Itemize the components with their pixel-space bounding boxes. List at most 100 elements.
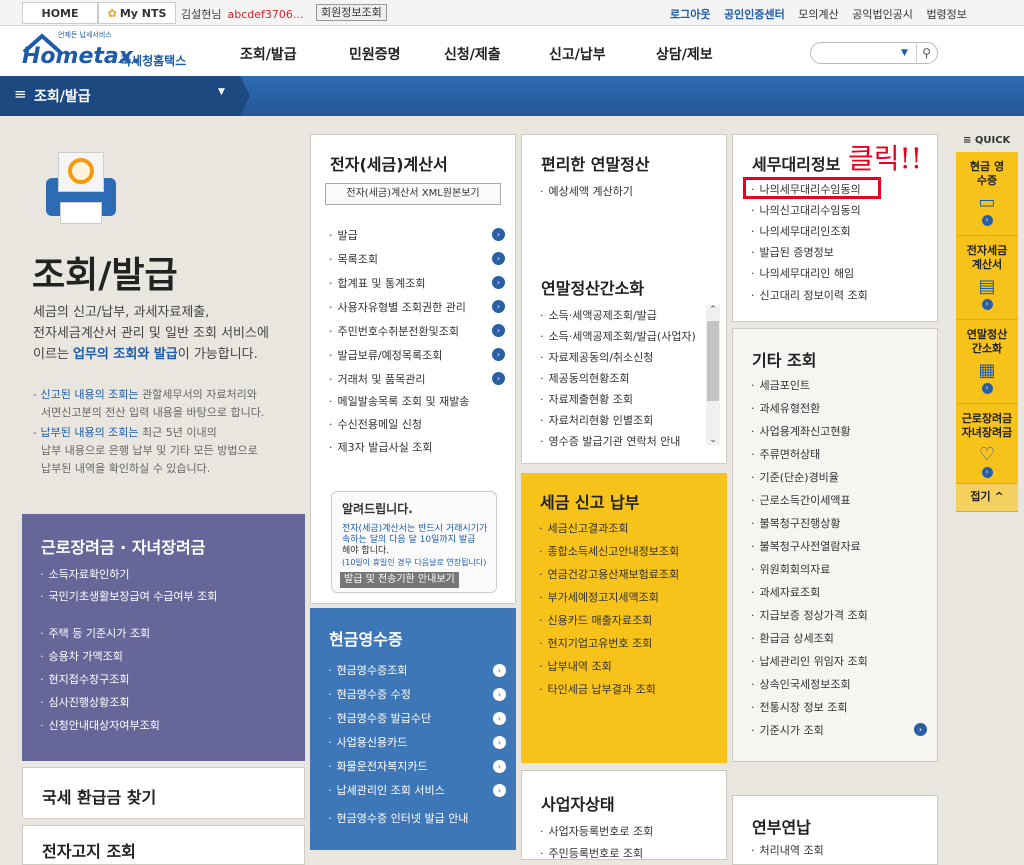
arrow-right-icon[interactable]: ›	[492, 228, 505, 241]
arrow-right-icon[interactable]: ›	[492, 348, 505, 361]
quick-yearend[interactable]: 연말정산 간소화 ▦ ›	[956, 320, 1018, 404]
other-inquiry-item[interactable]: 사업용계좌신고현황	[751, 423, 851, 439]
arrow-right-icon[interactable]: ›	[493, 664, 506, 677]
home-link[interactable]: HOME	[22, 2, 98, 24]
einvoice-item[interactable]: 사용자유형별 조회권한 관리	[329, 299, 466, 315]
cash-receipt-item[interactable]: 현금영수증 수정	[328, 686, 411, 702]
yearend-simple-item[interactable]: 소득·세액공제조회/발급(사업자)	[540, 328, 696, 344]
other-inquiry-item[interactable]: 불복청구사전열람자료	[751, 538, 861, 554]
other-inquiry-item[interactable]: 지급보증 정상가격 조회	[751, 607, 868, 623]
cash-receipt-item[interactable]: 현금영수증 인터넷 발급 안내	[328, 810, 469, 826]
other-inquiry-item[interactable]: 전통시장 정보 조회	[751, 699, 848, 715]
refund-panel[interactable]: 국세 환급금 찾기	[22, 767, 305, 819]
cert-center-link[interactable]: 공인인증센터	[724, 8, 785, 21]
cash-receipt-item[interactable]: 화물운전자복지카드	[328, 758, 428, 774]
incentive-item[interactable]: 신청안내대상자여부조회	[40, 717, 160, 733]
tax-agent-item[interactable]: 나의세무대리인 해임	[751, 265, 855, 281]
other-inquiry-item[interactable]: 불복청구진행상황	[751, 515, 841, 531]
tax-report-item[interactable]: 부가세예정고지세액조회	[539, 589, 659, 605]
arrow-right-icon[interactable]: ›	[492, 372, 505, 385]
tax-report-item[interactable]: 현지기업고유번호 조회	[539, 635, 653, 651]
quick-close-button[interactable]: 접기 ^	[956, 484, 1018, 512]
arrow-right-icon[interactable]: ›	[493, 736, 506, 749]
yearend-item[interactable]: 예상세액 계산하기	[540, 183, 633, 199]
einvoice-item[interactable]: 제3자 발급사실 조회	[329, 439, 433, 455]
yearend-simple-item[interactable]: 자료제공동의/취소신청	[540, 349, 654, 365]
einvoice-item[interactable]: 수신전용메일 신청	[329, 416, 422, 432]
einvoice-item[interactable]: 거래처 및 품목관리	[329, 371, 426, 387]
yearend-simple-item[interactable]: 영수증 발급기관 연락처 안내	[540, 433, 681, 449]
incentive-item[interactable]: 승용차 가액조회	[40, 648, 123, 664]
tax-agent-item[interactable]: 나의신고대리수임동의	[751, 202, 861, 218]
tax-agent-item[interactable]: 신고대리 정보이력 조회	[751, 287, 868, 303]
mock-calc-link[interactable]: 모의계산	[798, 8, 838, 21]
yearend-simple-item[interactable]: 자료처리현황 인별조회	[540, 412, 654, 428]
einvoice-item[interactable]: 발급보류/예정목록조회	[329, 347, 443, 363]
tax-agent-item[interactable]: 발급된 증명정보	[751, 244, 834, 260]
law-info-link[interactable]: 법령정보	[926, 8, 966, 21]
einvoice-item[interactable]: 주민번호수취분전환및조회	[329, 323, 459, 339]
member-info-button[interactable]: 회원정보조회	[316, 4, 387, 21]
annuity-item[interactable]: 처리내역 조회	[751, 842, 824, 858]
einvoice-item[interactable]: 메일발송목록 조회 및 재발송	[329, 393, 470, 409]
tax-report-item[interactable]: 연금건강고용산재보험료조회	[539, 566, 680, 582]
other-inquiry-item[interactable]: 환급금 상세조회	[751, 630, 834, 646]
logout-link[interactable]: 로그아웃	[670, 8, 710, 21]
scroll-down-icon[interactable]: ⌄	[706, 435, 720, 445]
search-icon[interactable]: ⚲	[916, 44, 936, 62]
search-input[interactable]: ▼ ⚲	[810, 42, 938, 64]
gnb-consult[interactable]: 상담/제보	[656, 44, 713, 64]
deadline-guide-button[interactable]: 발급 및 전송기한 안내보기	[340, 572, 459, 588]
scrollbar[interactable]: ⌃ ⌄	[706, 305, 720, 445]
other-inquiry-item[interactable]: 상속인국세정보조회	[751, 676, 851, 692]
other-inquiry-item[interactable]: 과세자료조회	[751, 584, 821, 600]
xml-view-button[interactable]: 전자(세금)계산서 XML원본보기	[325, 183, 501, 205]
einvoice-item[interactable]: 목록조회	[329, 251, 378, 267]
tax-report-item[interactable]: 신용카드 매출자료조회	[539, 612, 653, 628]
gnb-report[interactable]: 신고/납부	[549, 44, 606, 64]
incentive-item[interactable]: 심사진행상황조회	[40, 694, 130, 710]
hometax-logo[interactable]: 언제든 납세서비스 Hometax. 국세청홈택스	[22, 31, 197, 70]
public-corp-link[interactable]: 공익법인공시	[852, 8, 913, 21]
tax-report-item[interactable]: 종합소득세신고안내정보조회	[539, 543, 680, 559]
more-icon[interactable]: ›	[914, 723, 927, 736]
incentive-item[interactable]: 국민기초생활보장급여 수급여부 조회	[40, 588, 260, 604]
quick-incentive[interactable]: 근로장려금 자녀장려금 ♡ ›	[956, 404, 1018, 484]
incentive-item[interactable]: 현지접수창구조회	[40, 671, 130, 687]
yearend-simple-item[interactable]: 제공동의현황조회	[540, 370, 630, 386]
dropdown-arrow-icon[interactable]: ▼	[901, 48, 908, 58]
gnb-certificate[interactable]: 민원증명	[349, 44, 401, 64]
tax-report-item[interactable]: 세금신고결과조회	[539, 520, 629, 536]
incentive-item[interactable]: 주택 등 기준시가 조회	[40, 625, 151, 641]
arrow-right-icon[interactable]: ›	[492, 276, 505, 289]
other-inquiry-item[interactable]: 근로소득간이세액표	[751, 492, 851, 508]
gnb-apply[interactable]: 신청/제출	[444, 44, 501, 64]
arrow-right-icon[interactable]: ›	[493, 712, 506, 725]
arrow-right-icon[interactable]: ›	[492, 324, 505, 337]
arrow-right-icon[interactable]: ›	[492, 252, 505, 265]
cash-receipt-item[interactable]: 현금영수증 발급수단	[328, 710, 432, 726]
gnb-inquiry[interactable]: 조회/발급	[240, 44, 297, 64]
cash-receipt-item[interactable]: 현금영수증조회	[328, 662, 408, 678]
other-inquiry-item[interactable]: 기준(단순)경비율	[751, 469, 839, 485]
yearend-simple-item[interactable]: 소득·세액공제조회/발급	[540, 307, 657, 323]
other-inquiry-item[interactable]: 기준시가 조회	[751, 722, 824, 738]
other-inquiry-item[interactable]: 과세유형전환	[751, 400, 821, 416]
biz-status-item[interactable]: 주민등록번호로 조회	[540, 845, 644, 861]
scrollbar-thumb[interactable]	[707, 321, 719, 401]
scroll-up-icon[interactable]: ⌃	[706, 305, 720, 315]
arrow-right-icon[interactable]: ›	[493, 760, 506, 773]
arrow-right-icon[interactable]: ›	[492, 300, 505, 313]
cash-receipt-item[interactable]: 납세관리인 조회 서비스	[328, 782, 445, 798]
other-inquiry-item[interactable]: 납세관리인 위임자 조회	[751, 653, 868, 669]
other-inquiry-item[interactable]: 위원회회의자료	[751, 561, 831, 577]
quick-cash-receipt[interactable]: 현금 영수증 ▭ ›	[956, 152, 1018, 236]
arrow-right-icon[interactable]: ›	[493, 784, 506, 797]
cash-receipt-item[interactable]: 사업용신용카드	[328, 734, 408, 750]
other-inquiry-item[interactable]: 주류면허상태	[751, 446, 821, 462]
einvoice-item[interactable]: 합계표 및 통계조회	[329, 275, 426, 291]
tax-agent-item-consent[interactable]: 나의세무대리수임동의	[751, 181, 861, 197]
arrow-right-icon[interactable]: ›	[493, 688, 506, 701]
incentive-item[interactable]: 소득자료확인하기	[40, 566, 130, 582]
tax-report-item[interactable]: 납부내역 조회	[539, 658, 612, 674]
